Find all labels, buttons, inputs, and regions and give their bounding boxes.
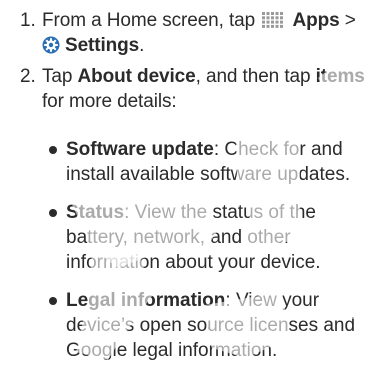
- bullet-line: information about your device.: [66, 252, 321, 273]
- step-2-text-pre: Tap: [42, 66, 78, 87]
- bullet-text: Status: View the status of the battery, …: [66, 200, 392, 275]
- settings-label: Settings: [65, 35, 140, 56]
- apps-label: Apps: [292, 10, 340, 31]
- step-1-period: .: [139, 35, 145, 56]
- step-number: 2.: [20, 66, 36, 87]
- bullet-title: Status: [66, 202, 125, 223]
- settings-gear-icon: [42, 36, 60, 54]
- step-1-arrow: >: [344, 10, 356, 31]
- bullet-line: device’s open source licenses and: [66, 315, 356, 336]
- bullet-dot: [49, 146, 57, 154]
- bullet-line: Google legal information.: [66, 340, 278, 361]
- apps-grid-icon: [262, 12, 284, 28]
- bullet-text: Software update: Check for and install a…: [66, 137, 392, 187]
- bullet-title: Legal information: [66, 290, 226, 311]
- about-device-label: About device: [77, 66, 196, 87]
- bullet-title: Software update: [66, 139, 214, 160]
- bullet-line: install available software updates.: [66, 164, 351, 185]
- bullet-dot: [49, 297, 57, 305]
- bullet-line: battery, network, and other: [66, 227, 291, 248]
- step-2-text-mid: , and then tap: [195, 66, 316, 87]
- step-1-text-pre: From a Home screen, tap: [42, 10, 256, 31]
- instruction-page: 1. From a Home screen, tap Apps > Settin…: [0, 0, 392, 366]
- bullet-text: Legal information: View your device’s op…: [66, 288, 392, 363]
- step-text: Tap About device, and then tap items for…: [42, 64, 392, 114]
- bullet-line: : Check for and: [213, 139, 343, 160]
- step-2-text-line2: for more details:: [42, 91, 177, 112]
- bullet-line: : View the status of the: [124, 202, 316, 223]
- step-text: From a Home screen, tap Apps > Settings.: [42, 8, 392, 58]
- bullet-line: : View your: [225, 290, 320, 311]
- bullet-dot: [49, 209, 57, 217]
- step-number: 1.: [20, 10, 36, 31]
- items-label: items: [315, 66, 365, 87]
